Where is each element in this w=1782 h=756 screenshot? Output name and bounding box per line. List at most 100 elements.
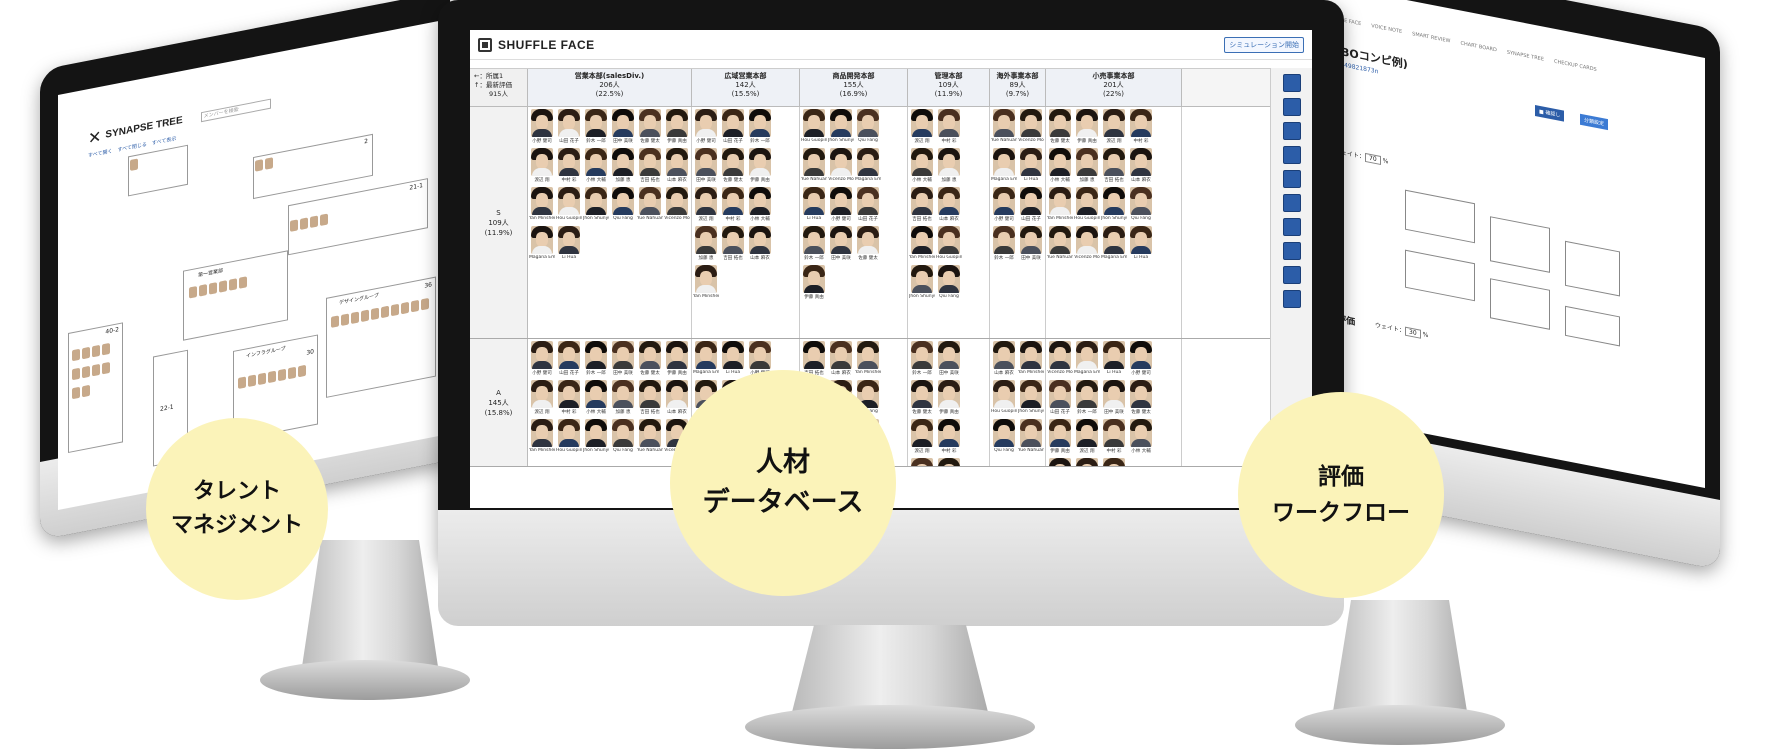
employee-face-card[interactable]: Yan Minshen [855, 341, 881, 379]
employee-face-card[interactable]: 伊藤 真由 [664, 109, 690, 147]
employee-face-card[interactable]: 小野 健司 [529, 109, 555, 147]
grade-label[interactable]: S 109人 (11.9%) [470, 107, 528, 338]
employee-face-card[interactable]: 加藤 恵 [936, 458, 962, 466]
employee-face-card[interactable]: Magana Ema [529, 226, 555, 264]
export-icon[interactable] [1282, 266, 1301, 284]
employee-face-card[interactable]: Jhon Shunyu [1018, 380, 1044, 418]
employee-face-card[interactable]: 山本 麻衣 [828, 341, 854, 379]
employee-face-card[interactable]: 加藤 恵 [936, 148, 962, 186]
department-header[interactable]: 広域営業本部 142人 (15.5%) [692, 69, 800, 106]
employee-face-card[interactable]: 小林 大輔 [747, 187, 773, 225]
comment-box[interactable] [1490, 216, 1550, 273]
employee-face-card[interactable]: Yan Minshen [529, 419, 555, 457]
employee-face-card[interactable]: Yue Nahuan [1018, 419, 1044, 457]
employee-face-card[interactable]: 伊藤 真由 [1074, 109, 1100, 147]
employee-face-card[interactable]: Li Hua [1128, 226, 1154, 264]
employee-face-card[interactable]: 中村 彩 [720, 187, 746, 225]
employee-face-card[interactable]: 小林 大輔 [583, 148, 609, 186]
employee-face-card[interactable]: 伊藤 真由 [664, 341, 690, 379]
department-header[interactable]: 小売事業本部 201人 (22%) [1046, 69, 1182, 106]
employee-face-card[interactable]: 中村 彩 [1128, 109, 1154, 147]
employee-face-card[interactable]: 山本 麻衣 [1101, 458, 1127, 466]
employee-face-card[interactable]: Yue Nahuan [637, 187, 663, 225]
employee-face-card[interactable]: 山本 麻衣 [1128, 148, 1154, 186]
employee-face-card[interactable]: Qiu Fang [855, 109, 881, 147]
employee-face-card[interactable]: 加藤 恵 [610, 148, 636, 186]
employee-face-card[interactable]: Jhon Shunyu [1101, 187, 1127, 225]
employee-face-card[interactable]: Jhon Shunyu [583, 419, 609, 457]
comment-box[interactable] [1405, 249, 1475, 302]
employee-face-card[interactable]: Yue Nahuan [637, 419, 663, 457]
employee-face-card[interactable]: Hou Guoping [1074, 187, 1100, 225]
employee-face-card[interactable]: Vicenzo Mo [664, 187, 690, 225]
employee-face-card[interactable]: 中村 彩 [556, 380, 582, 418]
employee-face-card[interactable]: 田中 美咲 [610, 341, 636, 379]
employee-face-card[interactable]: 田中 美咲 [1018, 226, 1044, 264]
org-node-team-a[interactable]: 40-2 [68, 322, 123, 454]
employee-face-card[interactable]: Vicenzo Mo [1018, 109, 1044, 147]
employee-face-card[interactable]: 山田 花子 [855, 187, 881, 225]
employee-face-card[interactable]: 小林 大輔 [909, 148, 935, 186]
employee-face-card[interactable]: Yue Nahuan [991, 109, 1017, 147]
employee-face-card[interactable]: 山田 花子 [1047, 380, 1073, 418]
employee-face-card[interactable]: Li Hua [1101, 341, 1127, 379]
employee-face-card[interactable]: 小林 大輔 [1047, 148, 1073, 186]
employee-face-card[interactable]: 吉田 拓也 [909, 187, 935, 225]
employee-face-card[interactable]: 鈴木 一郎 [991, 226, 1017, 264]
org-node-root[interactable] [128, 144, 188, 197]
employee-face-card[interactable]: Li Hua [801, 187, 827, 225]
employee-face-card[interactable]: 佐藤 健太 [1128, 380, 1154, 418]
filter-icon[interactable] [1282, 146, 1301, 164]
grid-view-icon[interactable] [1282, 98, 1301, 116]
employee-face-card[interactable]: 佐藤 健太 [637, 341, 663, 379]
employee-face-card[interactable]: 山田 花子 [720, 109, 746, 147]
employee-face-card[interactable]: 中村 彩 [936, 419, 962, 457]
employee-face-card[interactable]: 加藤 恵 [1047, 458, 1073, 466]
comment-box[interactable] [1565, 240, 1620, 297]
employee-face-card[interactable]: 小野 健司 [529, 341, 555, 379]
employee-face-card[interactable]: 渡辺 翔 [909, 419, 935, 457]
employee-face-card[interactable]: Vicenzo Mo [828, 148, 854, 186]
employee-face-card[interactable]: 佐藤 健太 [637, 109, 663, 147]
employee-face-card[interactable]: 小林 大輔 [1128, 419, 1154, 457]
settings-icon[interactable] [1282, 242, 1301, 260]
employee-face-card[interactable]: 渡辺 翔 [909, 109, 935, 147]
employee-face-card[interactable]: Jhon Shunyu [909, 265, 935, 303]
employee-face-card[interactable]: Hou Guoping [991, 380, 1017, 418]
employee-face-card[interactable]: 渡辺 翔 [529, 380, 555, 418]
employee-face-card[interactable]: Qiu Fang [610, 419, 636, 457]
employee-face-card[interactable]: 山田 花子 [556, 109, 582, 147]
compare-icon[interactable] [1282, 194, 1301, 212]
employee-face-card[interactable]: 吉田 拓也 [637, 380, 663, 418]
employee-face-card[interactable]: 山本 麻衣 [664, 148, 690, 186]
employee-face-card[interactable]: Jhon Shunyu [583, 187, 609, 225]
employee-face-card[interactable]: Yan Minshen [529, 187, 555, 225]
employee-face-card[interactable]: 吉田 拓也 [1074, 458, 1100, 466]
employee-face-card[interactable]: 小林 大輔 [909, 458, 935, 466]
employee-face-card[interactable]: 田中 美咲 [828, 226, 854, 264]
employee-face-card[interactable]: 中村 彩 [936, 109, 962, 147]
employee-face-card[interactable]: Yue Nahuan [801, 148, 827, 186]
grade-label[interactable]: A 145人 (15.8%) [470, 339, 528, 466]
employee-face-card[interactable]: 渡辺 翔 [1074, 419, 1100, 457]
employee-face-card[interactable]: 田中 美咲 [610, 109, 636, 147]
list-view-icon[interactable] [1282, 122, 1301, 140]
employee-face-card[interactable]: Yan Minshen [693, 265, 719, 303]
comment-box[interactable] [1565, 305, 1620, 347]
start-simulation-button[interactable]: シミュレーション開始 [1224, 36, 1304, 53]
employee-face-card[interactable]: 小野 健司 [1128, 341, 1154, 379]
employee-face-card[interactable]: Yan Minshen [1018, 341, 1044, 379]
employee-face-card[interactable]: 鈴木 一郎 [747, 109, 773, 147]
employee-face-card[interactable]: 吉田 拓也 [637, 148, 663, 186]
employee-face-card[interactable]: 加藤 恵 [693, 226, 719, 264]
employee-face-card[interactable]: 田中 美咲 [693, 148, 719, 186]
employee-face-card[interactable]: 中村 彩 [556, 148, 582, 186]
employee-face-card[interactable]: Qiu Fang [1128, 187, 1154, 225]
employee-face-card[interactable]: 吉田 拓也 [720, 226, 746, 264]
employee-face-card[interactable]: 佐藤 健太 [909, 380, 935, 418]
employee-face-card[interactable]: 山本 麻衣 [991, 341, 1017, 379]
employee-face-card[interactable]: Magana Ema [1101, 226, 1127, 264]
employee-face-card[interactable]: Jhon Shunyu [828, 109, 854, 147]
employee-face-card[interactable]: Qiu Fang [936, 265, 962, 303]
org-node-division[interactable]: 2 [253, 133, 373, 200]
